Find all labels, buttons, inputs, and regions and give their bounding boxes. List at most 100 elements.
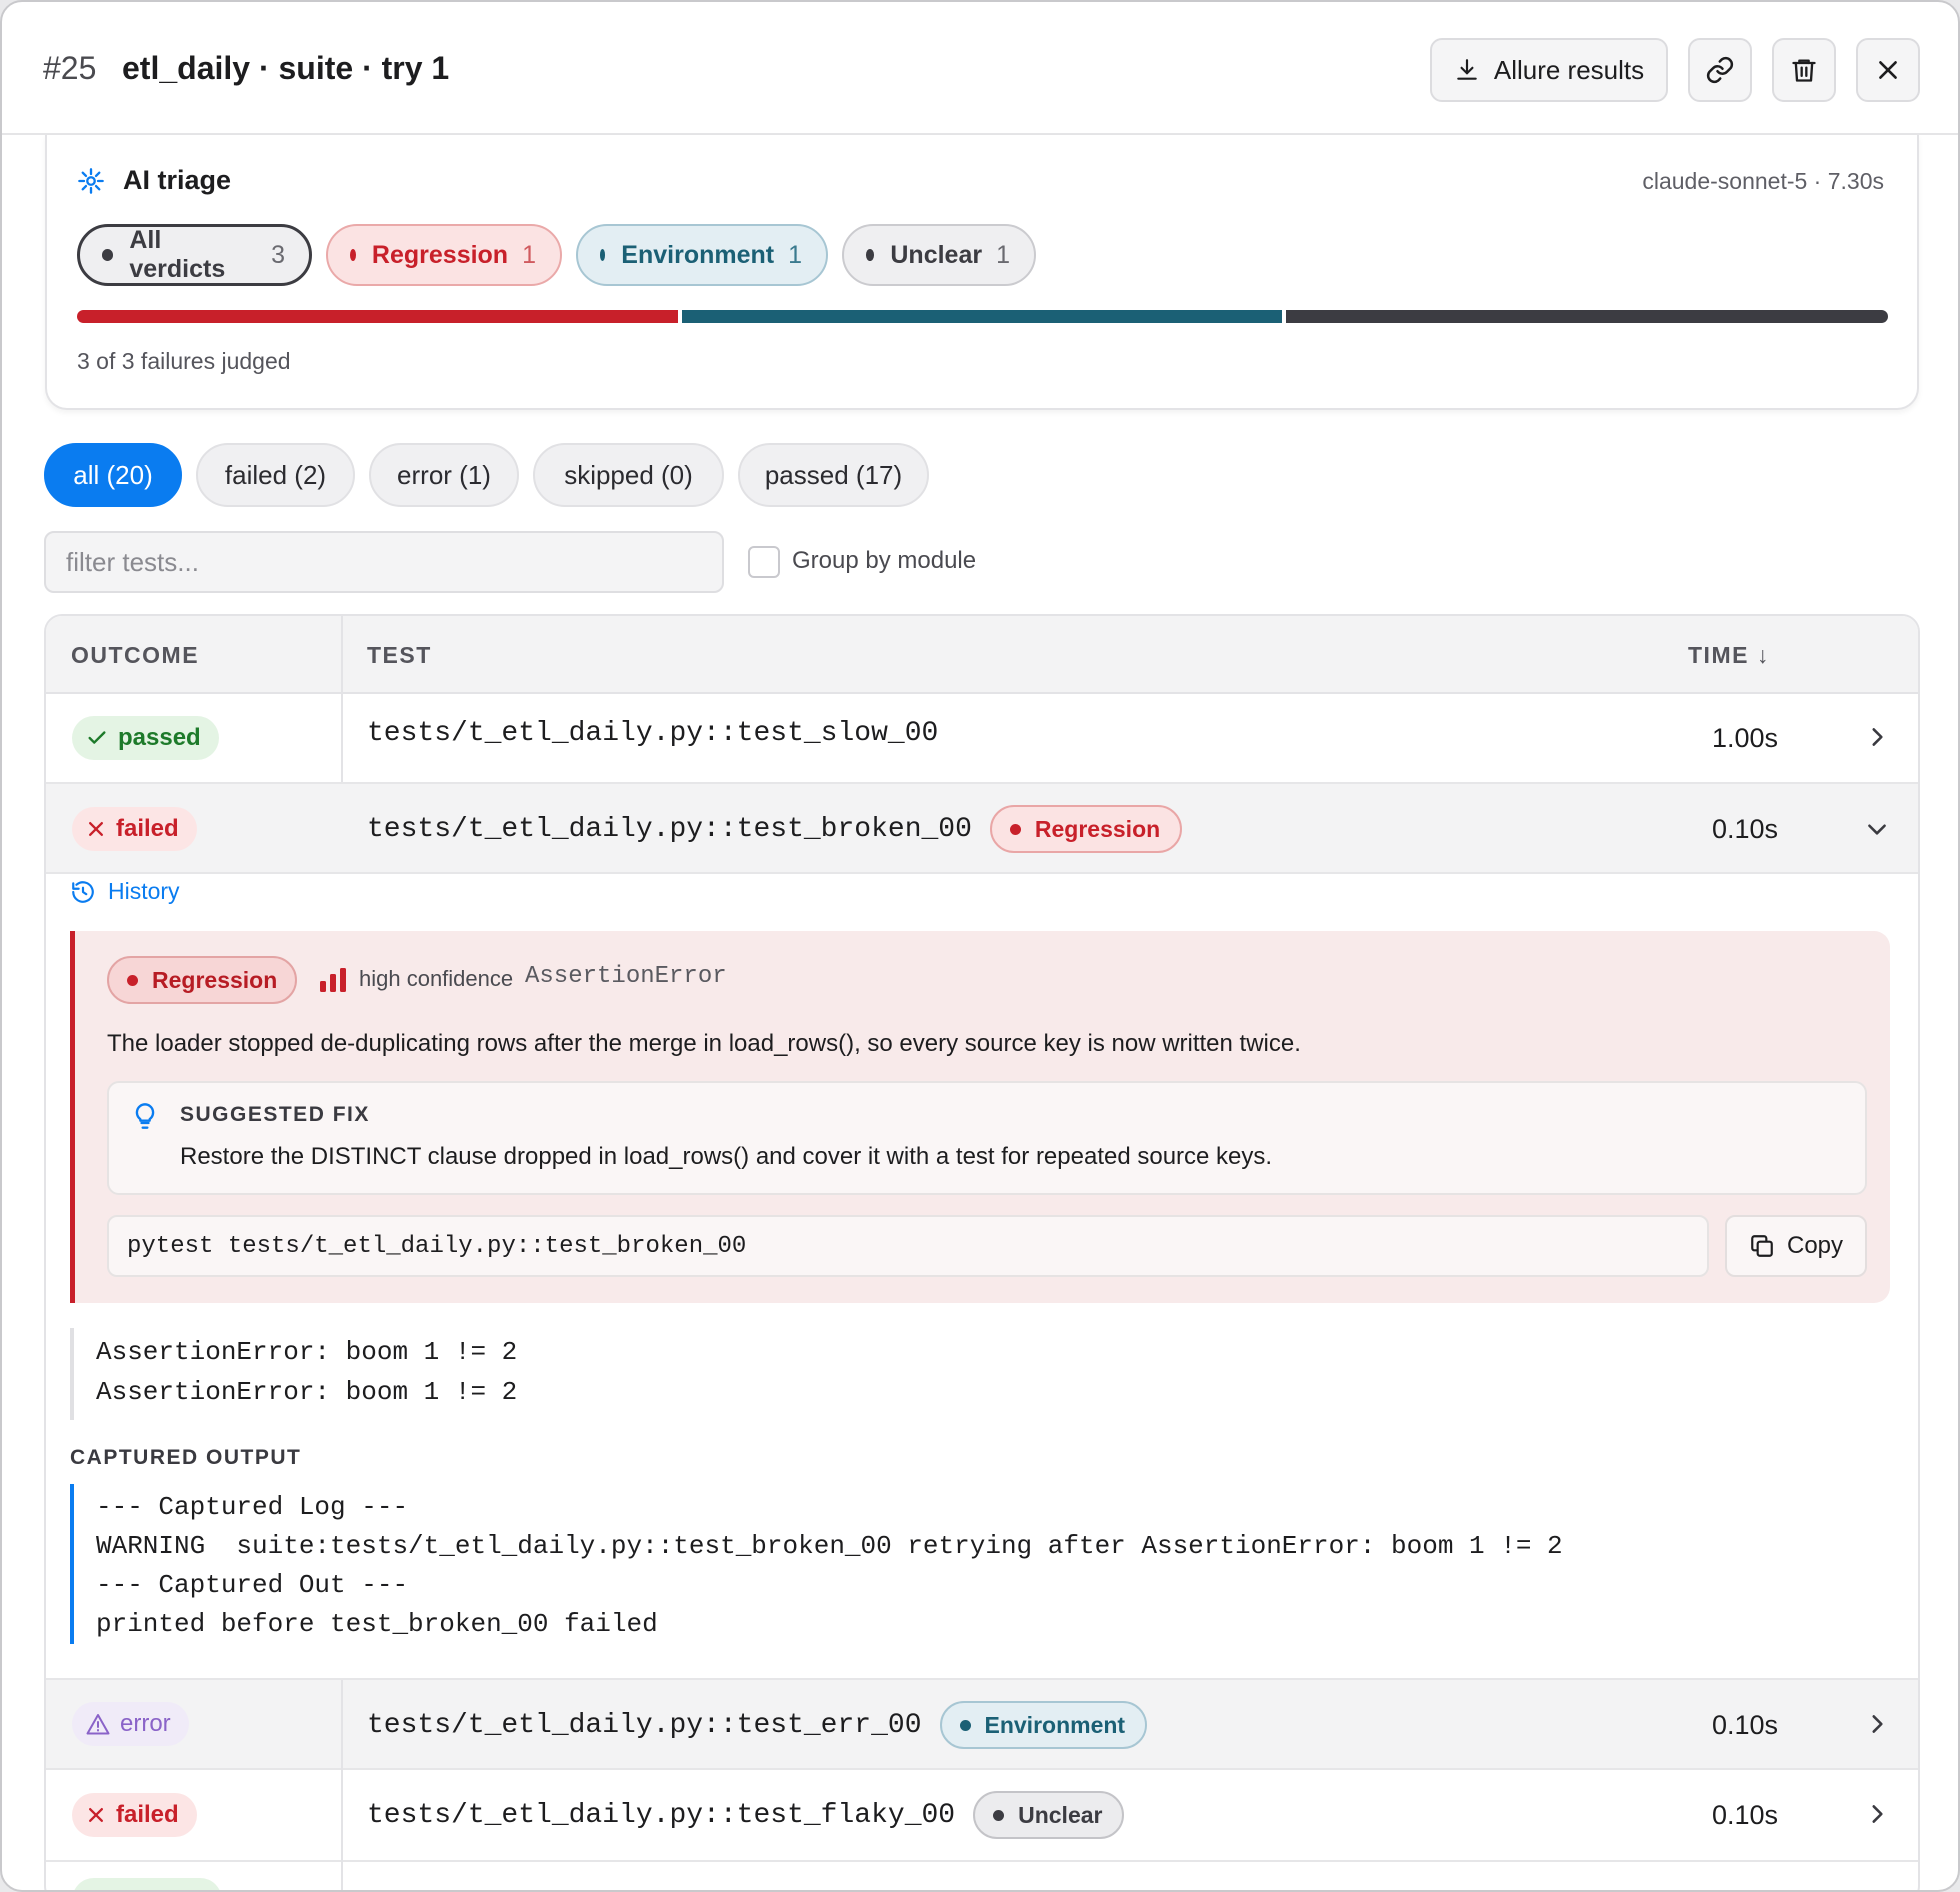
column-time[interactable]: TIME ↓ bbox=[1688, 642, 1770, 669]
chevron-right-icon[interactable] bbox=[1864, 724, 1890, 750]
copy-icon bbox=[1751, 1235, 1773, 1257]
group-by-module-checkbox[interactable] bbox=[748, 546, 780, 578]
test-duration: 1.00s bbox=[1711, 723, 1778, 753]
test-id: tests/t_etl_daily.py::test_broken_00 bbox=[367, 813, 972, 845]
column-divider bbox=[341, 1770, 343, 1862]
output-line: WARNING suite:tests/t_etl_daily.py::test… bbox=[96, 1531, 1563, 1561]
confidence-bars-icon bbox=[320, 968, 346, 992]
triage-model-meta: claude-sonnet-5 · 7.30s bbox=[1642, 168, 1884, 194]
verdict-filter-all[interactable]: All verdicts 3 bbox=[77, 224, 312, 286]
test-name: tests/t_etl_daily.py::test_err_00 Enviro… bbox=[367, 1701, 1148, 1749]
traceback-line: AssertionError: boom 1 != 2 bbox=[96, 1337, 518, 1367]
outcome-label: error bbox=[120, 1710, 171, 1737]
verdict-filter-environment[interactable]: Environment 1 bbox=[576, 224, 828, 286]
outcome-badge: failed bbox=[72, 1793, 197, 1837]
verdict-label: Unclear bbox=[890, 240, 983, 269]
verdict-label: Regression bbox=[1034, 815, 1161, 842]
suggested-fix-text: Restore the DISTINCT clause dropped in l… bbox=[180, 1143, 1273, 1170]
test-name: tests/t_etl_daily.py::test_flaky_00 Uncl… bbox=[367, 1791, 1125, 1839]
distribution-regression bbox=[77, 310, 678, 323]
verdict-count: 3 bbox=[271, 240, 285, 269]
results-table: OUTCOME TEST TIME ↓ passed tests/t_etl_d… bbox=[44, 614, 1920, 1890]
verdict-dot bbox=[600, 249, 606, 261]
verdict-label: Environment bbox=[621, 240, 775, 269]
chevron-right-icon[interactable] bbox=[1864, 1711, 1890, 1737]
modal-header: #25 etl_daily · suite · try 1 Allure res… bbox=[2, 2, 1958, 135]
allure-results-label: Allure results bbox=[1493, 54, 1645, 85]
table-row[interactable]: failed tests/t_etl_daily.py::test_flaky_… bbox=[46, 1770, 1918, 1862]
table-row[interactable]: error tests/t_etl_daily.py::test_err_00 … bbox=[46, 1678, 1918, 1772]
verdict-dot bbox=[127, 974, 138, 986]
column-outcome[interactable]: OUTCOME bbox=[71, 642, 199, 669]
test-duration: 0.10s bbox=[1711, 1800, 1778, 1830]
close-button[interactable] bbox=[1856, 38, 1920, 102]
test-name: tests/t_etl_daily.py::test_broken_00 Reg… bbox=[367, 805, 1183, 853]
delete-button[interactable] bbox=[1772, 38, 1836, 102]
filter-passed[interactable]: passed (17) bbox=[738, 443, 929, 507]
history-icon bbox=[72, 880, 94, 903]
verdict-label: Environment bbox=[984, 1711, 1126, 1738]
suggested-fix-title: SUGGESTED FIX bbox=[180, 1103, 370, 1126]
captured-output-title: CAPTURED OUTPUT bbox=[70, 1446, 302, 1469]
chevron-right-icon[interactable] bbox=[1864, 1801, 1890, 1827]
table-row[interactable] bbox=[46, 1862, 1918, 1890]
copy-command-button[interactable]: Copy bbox=[1725, 1215, 1867, 1277]
verdict-filter-regression[interactable]: Regression 1 bbox=[326, 224, 562, 286]
history-label: History bbox=[108, 878, 180, 904]
run-number: #25 bbox=[43, 50, 97, 86]
verdict-dot bbox=[350, 249, 356, 261]
ai-triage-title: AI triage bbox=[123, 165, 232, 195]
test-duration: 0.10s bbox=[1711, 814, 1778, 844]
lightbulb-icon bbox=[135, 1103, 155, 1129]
distribution-environment bbox=[682, 310, 1282, 323]
verdict-dot bbox=[1009, 823, 1021, 835]
verdict-dot bbox=[866, 249, 875, 261]
verdict-filter-unclear[interactable]: Unclear 1 bbox=[842, 224, 1036, 286]
close-icon bbox=[1879, 61, 1897, 79]
output-line: --- Captured Log --- bbox=[96, 1492, 409, 1522]
suggested-fix-box: SUGGESTED FIX Restore the DISTINCT claus… bbox=[107, 1081, 1867, 1195]
verdict-badge-regression: Regression bbox=[989, 805, 1183, 853]
filter-all[interactable]: all (20) bbox=[44, 443, 182, 507]
verdict-label: All verdicts bbox=[129, 226, 226, 283]
sparkle-icon bbox=[78, 167, 104, 194]
filter-error[interactable]: error (1) bbox=[369, 443, 519, 507]
rerun-command[interactable]: pytest tests/t_etl_daily.py::test_broken… bbox=[107, 1215, 1709, 1277]
link-icon bbox=[1706, 56, 1734, 84]
output-line: --- Captured Out --- bbox=[96, 1570, 409, 1600]
verdict-count: 1 bbox=[788, 240, 802, 269]
ai-triage-heading: AI triage bbox=[77, 165, 231, 196]
download-icon bbox=[1457, 59, 1477, 80]
filter-skipped[interactable]: skipped (0) bbox=[533, 443, 724, 507]
error-type: AssertionError bbox=[525, 963, 727, 990]
error-traceback: AssertionError: boom 1 != 2 AssertionErr… bbox=[70, 1328, 517, 1420]
filter-tests-input[interactable] bbox=[44, 531, 724, 593]
ai-judgement-panel: Regression high confidence AssertionErro… bbox=[70, 931, 1890, 1303]
filter-failed[interactable]: failed (2) bbox=[196, 443, 355, 507]
test-name: tests/t_etl_daily.py::test_slow_00 bbox=[367, 718, 938, 749]
outcome-label: passed bbox=[118, 724, 201, 751]
test-duration: 0.10s bbox=[1711, 1710, 1778, 1740]
verdict-badge-environment: Environment bbox=[939, 1701, 1148, 1749]
verdict-dot bbox=[102, 249, 114, 261]
allure-results-button[interactable]: Allure results bbox=[1430, 38, 1668, 102]
outcome-badge: error bbox=[72, 1702, 189, 1746]
outcome-label: failed bbox=[116, 815, 179, 842]
table-row[interactable]: passed tests/t_etl_daily.py::test_slow_0… bbox=[46, 694, 1918, 784]
copy-label: Copy bbox=[1786, 1232, 1844, 1259]
chevron-down-icon[interactable] bbox=[1864, 816, 1890, 842]
verdict-badge-regression: Regression bbox=[107, 956, 298, 1004]
table-row-expanded[interactable]: failed tests/t_etl_daily.py::test_broken… bbox=[46, 784, 1918, 874]
table-header: OUTCOME TEST TIME ↓ bbox=[46, 616, 1918, 694]
copy-link-button[interactable] bbox=[1688, 38, 1752, 102]
test-id: tests/t_etl_daily.py::test_err_00 bbox=[367, 1709, 922, 1741]
history-link[interactable]: History bbox=[70, 878, 180, 905]
outcome-badge: failed bbox=[72, 807, 197, 851]
verdict-label: Regression bbox=[371, 240, 509, 269]
verdict-count: 1 bbox=[522, 240, 536, 269]
column-test[interactable]: TEST bbox=[367, 642, 432, 669]
distribution-unclear bbox=[1286, 310, 1888, 323]
x-icon bbox=[89, 1808, 103, 1822]
column-divider bbox=[341, 1862, 343, 1890]
x-icon bbox=[89, 822, 103, 836]
